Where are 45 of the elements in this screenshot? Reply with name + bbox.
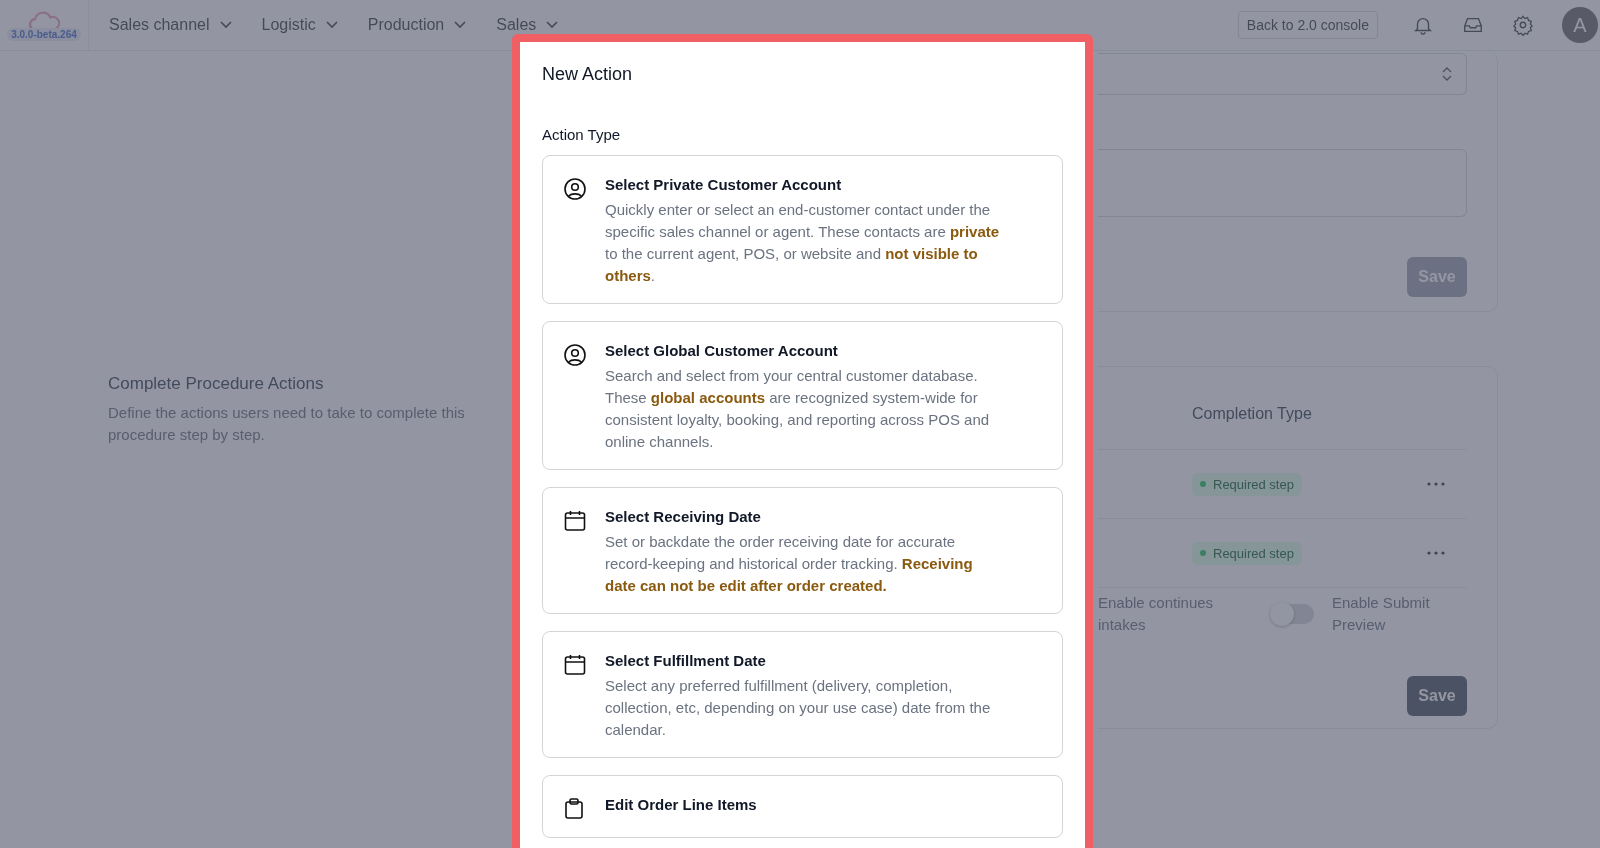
option-title: Select Global Customer Account — [605, 342, 839, 359]
action-type-option[interactable] — [542, 321, 1063, 470]
more-options-icon[interactable] — [1427, 551, 1445, 555]
nav-menu[interactable]: Logistic — [261, 16, 338, 34]
action-type-option[interactable]: Select Fulfillment Date Select any preferred fulfillment (delivery, completion, collection, etc, depending on your use case) date from the calendar. — [542, 631, 1063, 758]
action-type-option[interactable] — [542, 155, 1063, 304]
option-title: Select Receiving Date — [605, 508, 762, 525]
action-type-option[interactable]: Select Receiving Date Set or backdate the order receiving date for accurate record-keeping and historical order tracking. Receiving date can not be edit after order created. — [542, 487, 1063, 614]
option-description: Search and select from your central customer database. These global accounts are recognized system-wide for consistent loyalty, booking, and reporting across POS and online channels. — [605, 366, 991, 452]
option-title: Select Fulfillment Date — [605, 652, 767, 669]
user-circle-icon — [563, 343, 587, 367]
select-field[interactable] — [1098, 53, 1467, 95]
nav-menu[interactable]: Sales channel — [109, 16, 232, 34]
field-label: Action Type — [542, 126, 622, 143]
required-step-badge: Required step — [1192, 541, 1302, 565]
more-options-icon[interactable] — [1427, 482, 1445, 486]
user-circle-icon — [563, 177, 587, 201]
back-to-console-button[interactable]: Back to 2.0 console — [1237, 11, 1378, 39]
user-avatar[interactable]: A — [1562, 7, 1598, 43]
calendar-icon — [563, 653, 587, 677]
option-title: Edit Order Line Items — [605, 796, 757, 813]
action-type-option[interactable]: Edit Order Line Items — [542, 775, 1063, 838]
chevron-down-icon — [325, 21, 338, 29]
dialog-title: New Action — [542, 64, 634, 85]
chevron-down-icon — [546, 21, 559, 29]
option-title: Select Private Customer Account — [605, 176, 843, 193]
toggle-switch[interactable] — [1270, 604, 1314, 624]
chevron-down-icon — [454, 21, 467, 29]
calendar-icon — [563, 509, 587, 533]
section-title: Complete Procedure Actions — [108, 374, 324, 394]
nav-menu[interactable]: Sales — [496, 16, 559, 34]
settings-icon[interactable] — [1512, 14, 1534, 36]
toggle-label: Enable Submit Preview — [1332, 593, 1431, 635]
version-badge: 3.0.0-beta.264 — [7, 27, 81, 41]
option-description: Select any preferred fulfillment (delivery, completion, collection, etc, depending on your use case) date from the calendar. — [605, 676, 992, 740]
column-header: Completion Type — [1192, 405, 1312, 422]
toggle-label: Enable continues intakes — [1098, 593, 1215, 635]
option-description: Set or backdate the order receiving date for accurate record-keeping and historical order tracking. Receiving date can not be edit after order created. — [605, 532, 974, 596]
section-description: Define the actions users need to take to complete this procedure step by step. — [108, 403, 466, 445]
up-down-chevron-icon — [1442, 66, 1452, 82]
option-description: Quickly enter or select an end-customer contact under the specific sales channel or agent. These contacts are private to the current agent, POS, or website and not visible to others. — [605, 200, 1001, 286]
save-button[interactable]: Save — [1407, 676, 1467, 716]
nav-menu[interactable]: Production — [367, 16, 467, 34]
chevron-down-icon — [219, 21, 232, 29]
required-step-badge: Required step — [1192, 472, 1302, 496]
